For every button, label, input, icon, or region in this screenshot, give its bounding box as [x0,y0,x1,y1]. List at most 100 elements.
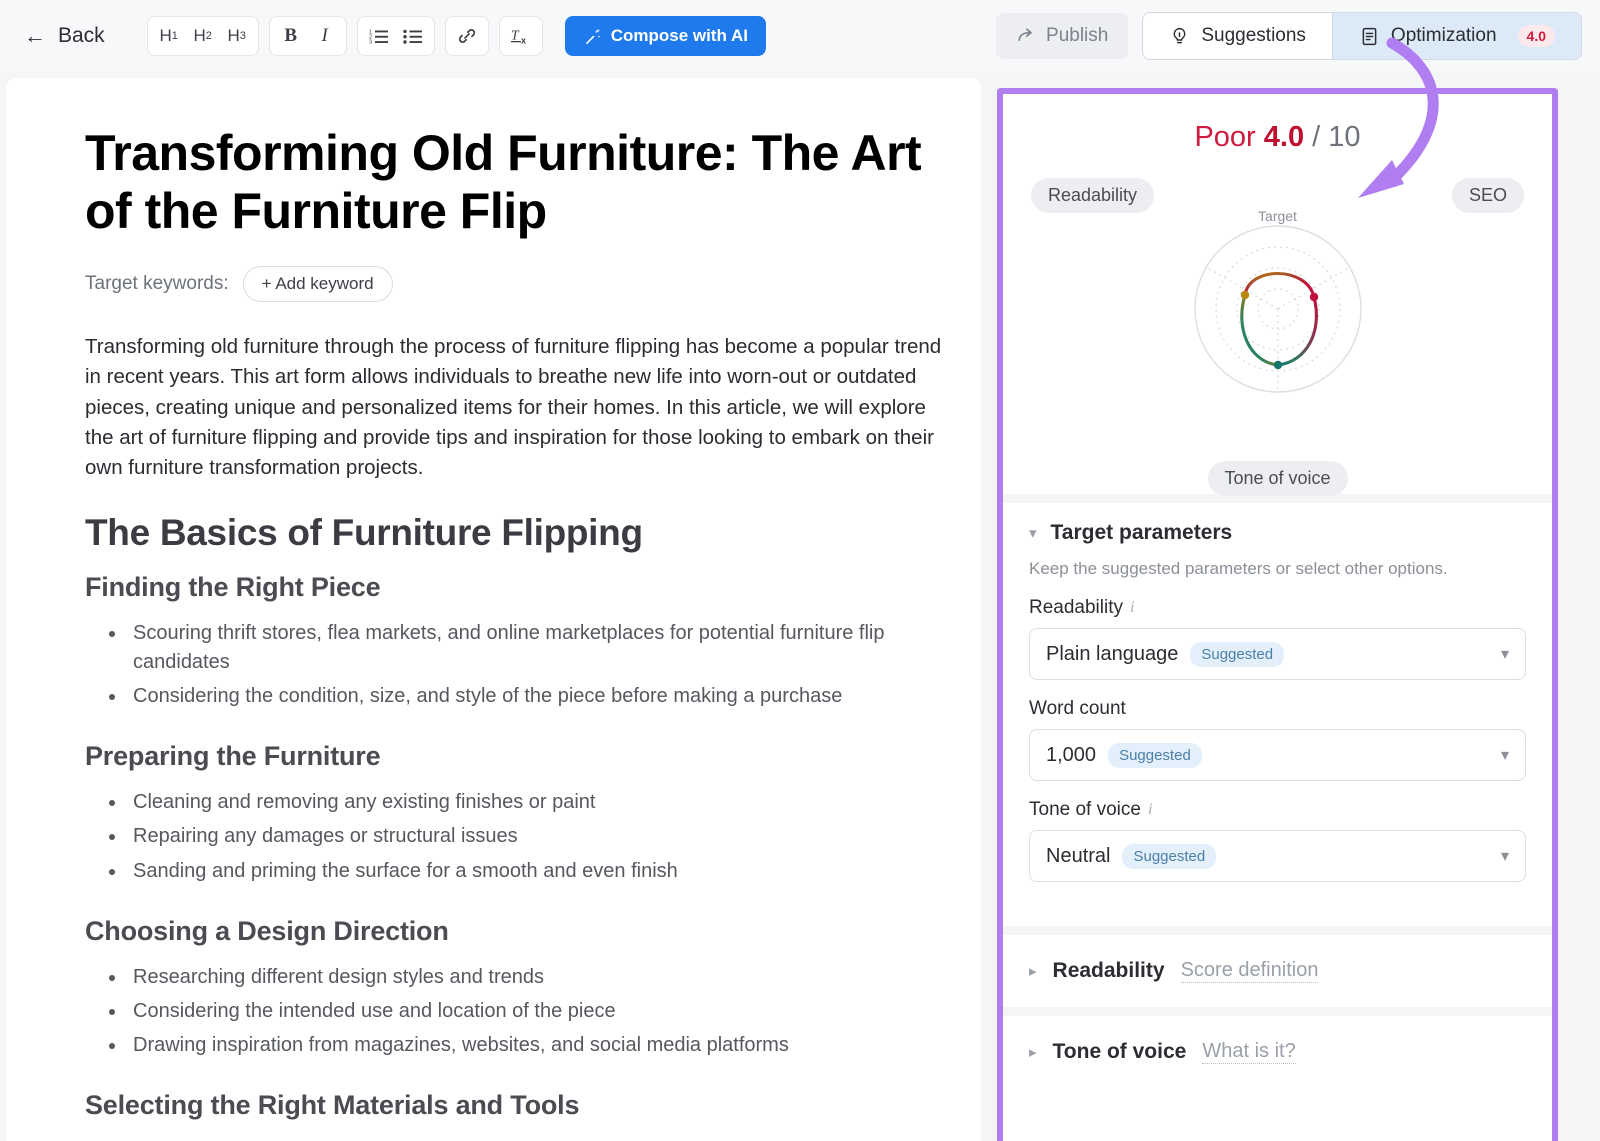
subsection-bullets: Choosing the appropriate paint, stain, o… [127,1137,959,1141]
radar-label-tone-of-voice[interactable]: Tone of voice [1207,461,1347,496]
list-item: Scouring thrift stores, flea markets, an… [127,619,959,677]
link-icon [457,26,477,46]
target-parameters-title: Target parameters [1051,521,1233,545]
suggested-badge: Suggested [1190,642,1284,667]
arrow-left-icon: ← [24,25,46,47]
target-parameters-header[interactable]: ▾ Target parameters [1029,521,1526,545]
h3-button[interactable]: H3 [220,20,254,52]
readability-label: Readability [1029,597,1123,619]
intro-paragraph: Transforming old furniture through the p… [85,332,959,484]
word-count-select[interactable]: 1,000 Suggested ▾ [1029,729,1526,781]
clear-formatting-button[interactable]: T x [504,20,538,52]
target-keywords-label: Target keywords: [85,273,229,295]
publish-label: Publish [1046,25,1108,47]
chevron-right-icon: ▸ [1029,962,1037,980]
readability-field-label: Readability i [1029,597,1526,619]
bold-button[interactable]: B [274,20,308,52]
list-item: Repairing any damages or structural issu… [127,822,959,851]
list-item: Considering the condition, size, and sty… [127,682,959,711]
target-parameters-section: ▾ Target parameters Keep the suggested p… [1003,503,1552,926]
readability-select[interactable]: Plain language Suggested ▾ [1029,628,1526,680]
doc-section: Preparing the Furniture Cleaning and rem… [85,741,959,886]
heading-button-group: H1 H2 H3 [147,16,259,56]
tone-of-voice-field-label: Tone of voice i [1029,799,1526,821]
tone-of-voice-label: Tone of voice [1029,799,1141,821]
radar-label-readability[interactable]: Readability [1031,178,1154,213]
share-arrow-icon [1016,26,1036,46]
app-root: ← Back H1 H2 H3 B I 1 2 3 [0,0,1600,1141]
bulleted-list-icon [403,28,422,45]
panel-section-separator [1003,926,1552,935]
panel-tabs: Suggestions Optimization 4.0 [1142,12,1582,60]
optimization-panel-highlight: Poor 4.0 / 10 Readability SEO Tone of vo… [997,88,1558,1141]
document-editor[interactable]: Transforming Old Furniture: The Art of t… [6,78,981,1141]
accordion-tone-of-voice-title: Tone of voice [1053,1040,1187,1064]
list-item: Choosing the appropriate paint, stain, o… [127,1137,959,1141]
document-content[interactable]: Transforming Old Furniture: The Art of t… [6,78,981,1141]
back-button-label: Back [58,24,105,48]
svg-text:x: x [521,35,526,45]
tone-of-voice-value: Neutral [1046,845,1110,868]
bulleted-list-button[interactable] [396,20,430,52]
list-button-group: 1 2 3 [357,16,435,56]
subsection-heading: Preparing the Furniture [85,741,959,772]
score-rating-label: Poor [1194,121,1255,153]
target-parameters-subtitle: Keep the suggested parameters or select … [1029,559,1526,579]
score-scale: / 10 [1312,121,1360,153]
accordion-tone-of-voice[interactable]: ▸ Tone of voice What is it? [1003,1016,1552,1088]
radar-point-tone-of-voice [1273,361,1281,369]
formatting-toolbar: H1 H2 H3 B I 1 2 3 [147,16,766,56]
compose-with-ai-button[interactable]: Compose with AI [565,16,766,56]
italic-button[interactable]: I [308,20,342,52]
compose-with-ai-label: Compose with AI [611,26,748,46]
svg-text:T: T [511,28,520,43]
doc-section: Selecting the Right Materials and Tools … [85,1090,959,1141]
score-value: 4.0 [1264,121,1304,153]
radar-arc-seo-to-tone [1278,297,1316,365]
radar-target-label: Target [1252,208,1303,224]
svg-text:3: 3 [369,39,372,44]
h1-button[interactable]: H1 [152,20,186,52]
link-button-group [445,16,489,56]
word-count-field-label: Word count [1029,698,1526,720]
list-item: Researching different design styles and … [127,963,959,992]
section-h2: The Basics of Furniture Flipping [85,512,959,554]
accordion-readability-link[interactable]: Score definition [1181,959,1319,983]
radar-point-readability [1240,291,1248,299]
subsection-bullets: Scouring thrift stores, flea markets, an… [127,619,959,712]
add-keyword-button[interactable]: + Add keyword [243,266,393,302]
word-count-value: 1,000 [1046,744,1096,767]
list-item: Cleaning and removing any existing finis… [127,788,959,817]
top-toolbar: ← Back H1 H2 H3 B I 1 2 3 [0,0,1600,72]
optimization-score-badge: 4.0 [1518,25,1555,47]
ordered-list-button[interactable]: 1 2 3 [362,20,396,52]
info-icon[interactable]: i [1130,599,1134,617]
link-button[interactable] [450,20,484,52]
tab-suggestions[interactable]: Suggestions [1143,13,1332,59]
chevron-down-icon: ▾ [1501,644,1509,664]
h2-button[interactable]: H2 [186,20,220,52]
readability-value: Plain language [1046,643,1178,666]
target-keywords-row: Target keywords: + Add keyword [85,266,959,302]
document-lines-icon [1359,26,1380,47]
accordion-tone-of-voice-link[interactable]: What is it? [1202,1040,1295,1064]
suggested-badge: Suggested [1122,844,1216,869]
subsection-heading: Selecting the Right Materials and Tools [85,1090,959,1121]
accordion-readability[interactable]: ▸ Readability Score definition [1003,935,1552,1007]
doc-section: Choosing a Design Direction Researching … [85,916,959,1061]
publish-button[interactable]: Publish [996,13,1128,59]
tone-of-voice-select[interactable]: Neutral Suggested ▾ [1029,830,1526,882]
radar-label-seo[interactable]: SEO [1452,178,1524,213]
tab-optimization[interactable]: Optimization 4.0 [1333,13,1581,59]
chevron-down-icon: ▾ [1501,745,1509,765]
ordered-list-icon: 1 2 3 [369,28,388,45]
subsection-bullets: Cleaning and removing any existing finis… [127,788,959,886]
chevron-right-icon: ▸ [1029,1043,1037,1061]
subsection-bullets: Researching different design styles and … [127,963,959,1061]
info-icon[interactable]: i [1148,801,1152,819]
radar-arc-readability-to-seo [1245,273,1314,297]
suggested-badge: Suggested [1108,743,1202,768]
list-item: Sanding and priming the surface for a sm… [127,857,959,886]
page-title: Transforming Old Furniture: The Art of t… [85,124,959,240]
back-button[interactable]: ← Back [14,16,115,56]
